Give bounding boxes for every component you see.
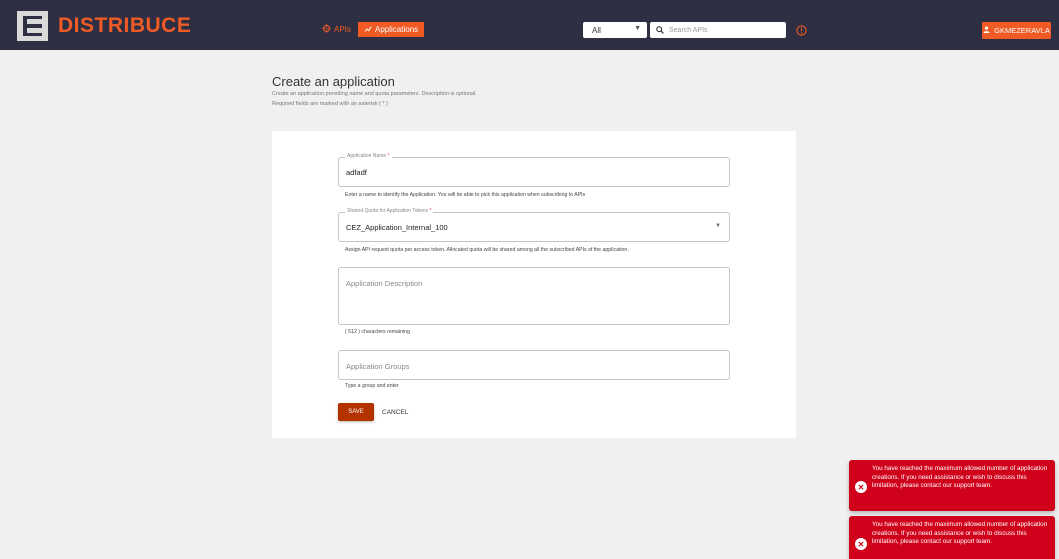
top-navigation-bar: DISTRIBUCE APIs Applications All ▼ Searc… [0, 0, 1059, 50]
description-characters-remaining: ( 512 ) characters remaining [345, 329, 410, 335]
gear-icon [322, 23, 331, 35]
chevron-down-icon: ▼ [634, 25, 641, 32]
logo-text[interactable]: DISTRIBUCE [58, 14, 191, 38]
page-title: Create an application [272, 74, 395, 89]
required-fields-note: Required fields are marked with an aster… [272, 101, 388, 107]
search-icon [656, 21, 664, 39]
api-filter-select[interactable]: All ▼ [583, 22, 647, 38]
chart-icon [364, 25, 372, 35]
nav-applications-tab[interactable]: Applications [358, 22, 425, 37]
user-menu-button[interactable]: GKMEZERAVLA [982, 22, 1051, 39]
info-icon[interactable] [796, 23, 809, 36]
application-description-placeholder: Application Description [346, 279, 423, 288]
application-groups-helper: Type a group and enter [345, 383, 399, 389]
shared-quota-helper: Assign API request quota per access toke… [345, 247, 629, 253]
cancel-button[interactable]: CANCEL [382, 403, 408, 421]
application-name-label: Application Name * [345, 153, 392, 159]
shared-quota-select[interactable]: Shared Quota for Application Tokens * CE… [338, 208, 730, 242]
chevron-down-icon: ▼ [715, 223, 721, 229]
shared-quota-value: CEZ_Application_Internal_100 [346, 223, 448, 232]
error-toast-message: You have reached the maximum allowed num… [872, 465, 1048, 489]
error-icon: ✕ [855, 538, 867, 550]
nav-applications-label: Applications [375, 25, 419, 34]
application-name-value: adfadf [346, 168, 367, 177]
search-input[interactable]: Search APIs [650, 22, 786, 38]
logo-icon[interactable] [17, 11, 48, 41]
page-subtitle: Create an application providing name and… [272, 91, 477, 97]
application-description-textarea[interactable]: Application Description [338, 267, 730, 325]
search-placeholder: Search APIs [669, 26, 708, 34]
user-name: GKMEZERAVLA [994, 26, 1050, 35]
error-toast[interactable]: ✕ You have reached the maximum allowed n… [849, 460, 1055, 511]
nav-apis-label: APIs [334, 24, 351, 34]
user-icon [983, 26, 990, 35]
error-toast-message: You have reached the maximum allowed num… [872, 521, 1048, 545]
application-groups-input[interactable]: Application Groups [338, 350, 730, 380]
save-button[interactable]: SAVE [338, 403, 374, 421]
application-name-helper: Enter a name to identify the Application… [345, 192, 586, 198]
error-toast[interactable]: ✕ You have reached the maximum allowed n… [849, 516, 1055, 559]
application-groups-placeholder: Application Groups [346, 362, 410, 371]
shared-quota-label: Shared Quota for Application Tokens * [345, 208, 434, 214]
error-icon: ✕ [855, 481, 867, 493]
nav-apis-link[interactable]: APIs [322, 22, 351, 36]
api-filter-value: All [592, 25, 601, 35]
application-name-field[interactable]: Application Name * adfadf [338, 153, 730, 187]
